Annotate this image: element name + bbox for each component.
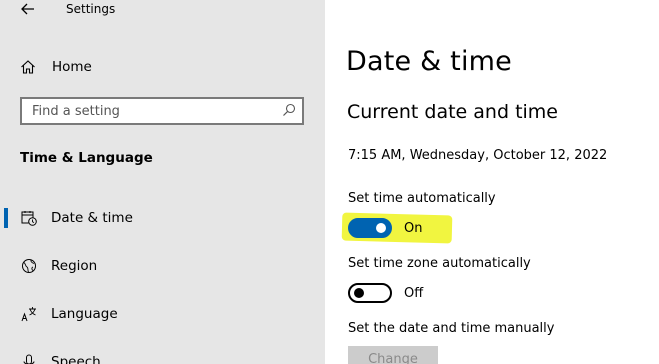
language-icon xyxy=(21,306,37,322)
sidebar-item-label: Language xyxy=(51,306,118,322)
back-button[interactable] xyxy=(16,0,40,20)
change-button[interactable]: Change xyxy=(348,346,438,364)
set-time-zone-automatically-toggle[interactable] xyxy=(348,283,392,303)
set-time-zone-automatically-label: Set time zone automatically xyxy=(348,256,531,271)
settings-window: Settings Home Time & Language xyxy=(0,0,659,364)
globe-icon xyxy=(21,258,37,274)
sidebar-item-region[interactable]: Region xyxy=(0,246,325,286)
search-input[interactable] xyxy=(22,99,282,123)
window-title: Settings xyxy=(66,2,116,16)
main-content: Date & time Current date and time 7:15 A… xyxy=(325,0,659,364)
sidebar-item-home[interactable]: Home xyxy=(20,56,92,78)
sidebar: Settings Home Time & Language xyxy=(0,0,325,364)
sidebar-item-speech[interactable]: Speech xyxy=(0,342,325,364)
home-icon xyxy=(20,58,38,76)
back-arrow-icon xyxy=(21,3,34,15)
search-box xyxy=(20,97,304,125)
sidebar-item-date-time[interactable]: Date & time xyxy=(0,198,325,238)
sidebar-item-language[interactable]: Language xyxy=(0,294,325,334)
title-bar: Settings xyxy=(0,0,325,22)
calendar-clock-icon xyxy=(21,210,37,226)
set-time-automatically-state: On xyxy=(404,221,423,236)
selected-indicator xyxy=(4,208,8,228)
sidebar-item-label: Date & time xyxy=(51,210,133,226)
set-time-automatically-label: Set time automatically xyxy=(348,191,496,206)
toggle-knob xyxy=(354,288,364,298)
page-title: Date & time xyxy=(346,46,512,77)
sidebar-item-label: Speech xyxy=(51,354,101,364)
sidebar-section-header: Time & Language xyxy=(20,150,153,166)
sidebar-item-label: Home xyxy=(52,59,92,75)
sidebar-item-label: Region xyxy=(51,258,98,274)
set-time-automatically-toggle[interactable] xyxy=(348,218,392,238)
toggle-knob xyxy=(376,223,386,233)
section-title: Current date and time xyxy=(347,101,558,123)
search-icon[interactable] xyxy=(282,103,296,117)
microphone-icon xyxy=(21,354,37,364)
current-datetime: 7:15 AM, Wednesday, October 12, 2022 xyxy=(348,148,608,163)
set-time-zone-automatically-state: Off xyxy=(404,286,424,301)
set-date-time-manually-label: Set the date and time manually xyxy=(348,321,555,336)
